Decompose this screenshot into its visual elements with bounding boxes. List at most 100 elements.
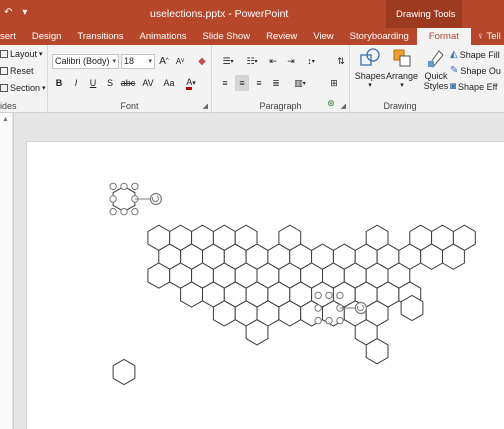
chevron-down-icon: ▾	[368, 82, 372, 89]
line-spacing-button[interactable]: ↕ ▾	[302, 53, 320, 69]
resize-handle[interactable]	[131, 182, 139, 191]
align-text-button[interactable]: ⊞	[327, 75, 341, 91]
resize-handle[interactable]	[109, 207, 117, 216]
undo-icon[interactable]: ↶	[4, 7, 12, 18]
layout-icon	[0, 50, 8, 58]
section-icon	[0, 84, 8, 92]
columns-button[interactable]: ▥ ▾	[290, 75, 310, 91]
shape-fill-label: Shape Fill	[459, 49, 500, 60]
chevron-down-icon: ▾	[400, 82, 404, 89]
grow-font-button[interactable]: A ^	[157, 53, 171, 69]
tab-view[interactable]: View	[305, 28, 341, 45]
shape-outline-label: Shape Ou	[460, 65, 501, 76]
resize-handle[interactable]	[120, 207, 128, 216]
tell-me-search[interactable]: ♀ Tell me	[477, 31, 504, 42]
underline-button[interactable]: U	[86, 75, 100, 91]
tab-slide-show[interactable]: Slide Show	[195, 28, 259, 45]
tab-storyboarding[interactable]: Storyboarding	[342, 28, 417, 45]
layout-button[interactable]: Layout ▾	[0, 49, 43, 59]
tab-transitions[interactable]: Transitions	[69, 28, 131, 45]
ribbon-tabs: sert Design Transitions Animations Slide…	[0, 28, 504, 45]
reset-button[interactable]: Reset	[0, 66, 34, 76]
dialog-launcher-icon[interactable]: ◢	[341, 102, 346, 110]
change-case-button[interactable]: Aa	[160, 75, 178, 91]
character-spacing-button[interactable]: AV	[139, 75, 157, 91]
resize-handle[interactable]	[325, 291, 333, 300]
drawing-tools-context-label: Drawing Tools	[386, 0, 462, 28]
arrange-label: Arrange	[385, 71, 419, 81]
align-center-button[interactable]: ≡	[235, 75, 249, 91]
slides-group: Layout ▾ Reset Section ▾ ides	[0, 45, 48, 113]
resize-handle[interactable]	[336, 316, 344, 325]
chevron-down-icon: ▾	[112, 58, 116, 65]
resize-handle[interactable]	[109, 195, 117, 203]
tab-insert[interactable]: sert	[0, 28, 24, 45]
quick-styles-icon	[424, 47, 448, 69]
shrink-font-button[interactable]: Av	[173, 53, 187, 69]
decrease-indent-button[interactable]: ⇤	[266, 53, 280, 69]
eraser-icon: ◆	[198, 55, 206, 67]
thumbnail-strip	[0, 113, 12, 429]
lightbulb-icon: ♀	[476, 31, 485, 42]
quick-styles-label: Quick Styles	[423, 71, 449, 91]
chevron-down-icon: ▾	[192, 80, 196, 87]
font-color-button[interactable]: A ▾	[181, 75, 201, 91]
slide-thumbnail-pane[interactable]: ▲	[0, 113, 14, 429]
quick-styles-button[interactable]: Quick Styles	[418, 47, 454, 101]
tab-design[interactable]: Design	[24, 28, 70, 45]
resize-handle[interactable]	[314, 316, 322, 325]
align-left-button[interactable]: ≡	[218, 75, 232, 91]
italic-button[interactable]: I	[69, 75, 83, 91]
slide-drawing[interactable]	[27, 142, 504, 429]
justify-button[interactable]: ≣	[269, 75, 283, 91]
text-direction-button[interactable]: ⇅	[334, 53, 348, 69]
hex-alaska-shape[interactable]	[112, 358, 136, 386]
tab-format[interactable]: Format	[416, 28, 471, 45]
slide-canvas[interactable]	[27, 142, 504, 429]
resize-handle[interactable]	[131, 207, 139, 216]
resize-handle[interactable]	[325, 316, 333, 325]
shapes-button[interactable]: Shapes ▾	[352, 47, 388, 101]
layout-label: Layout	[10, 49, 38, 59]
customize-qat-icon[interactable]: ▾	[22, 7, 27, 18]
font-size-combo[interactable]: 18 ▾	[121, 53, 155, 69]
align-text-icon: ⊞	[330, 77, 338, 88]
resize-handle[interactable]	[109, 182, 117, 191]
numbering-button[interactable]: ☷ ▾	[242, 53, 262, 69]
bullets-button[interactable]: ☰ ▾	[218, 53, 238, 69]
increase-indent-icon: ⇥	[287, 55, 295, 66]
resize-handle[interactable]	[314, 291, 322, 300]
align-center-icon: ≡	[239, 78, 245, 88]
pencil-icon: ✎	[450, 65, 459, 76]
strikethrough-button[interactable]: abc	[120, 75, 136, 91]
font-group-label: Font	[120, 101, 139, 111]
resize-handle[interactable]	[336, 291, 344, 300]
section-label: Section	[10, 83, 41, 93]
font-name-combo[interactable]: Calibri (Body) ▾	[52, 53, 119, 69]
shape-fill-button[interactable]: ◭ Shape Fill	[450, 49, 500, 60]
section-button[interactable]: Section ▾	[0, 83, 46, 93]
increase-indent-button[interactable]: ⇥	[284, 53, 298, 69]
paragraph-group-label: Paragraph	[259, 101, 302, 111]
align-right-button[interactable]: ≡	[252, 75, 266, 91]
bold-button[interactable]: B	[52, 75, 66, 91]
tab-animations[interactable]: Animations	[132, 28, 195, 45]
chevron-down-icon: ▾	[42, 85, 46, 92]
arrange-button[interactable]: Arrange ▾	[384, 47, 420, 101]
resize-handle[interactable]	[314, 304, 322, 312]
title-bar: ↶ ▾ uselections.pptx - PowerPoint Drawin…	[0, 0, 504, 28]
resize-handle[interactable]	[120, 182, 128, 191]
shapes-label: Shapes	[354, 71, 386, 81]
font-name-value: Calibri (Body)	[55, 56, 110, 66]
clear-formatting-button[interactable]: ◆	[195, 53, 209, 69]
reset-icon	[0, 67, 8, 75]
scroll-up-icon[interactable]: ▲	[2, 116, 9, 123]
shape-outline-button[interactable]: ✎ Shape Ou	[450, 65, 501, 76]
dialog-launcher-icon[interactable]: ◢	[203, 102, 208, 110]
arrange-icon	[390, 47, 414, 69]
text-shadow-button[interactable]: S	[103, 75, 117, 91]
tab-review[interactable]: Review	[258, 28, 305, 45]
reset-label: Reset	[10, 66, 34, 76]
shape-effects-button[interactable]: ◙ Shape Eff	[450, 81, 497, 92]
align-left-icon: ≡	[222, 78, 228, 88]
